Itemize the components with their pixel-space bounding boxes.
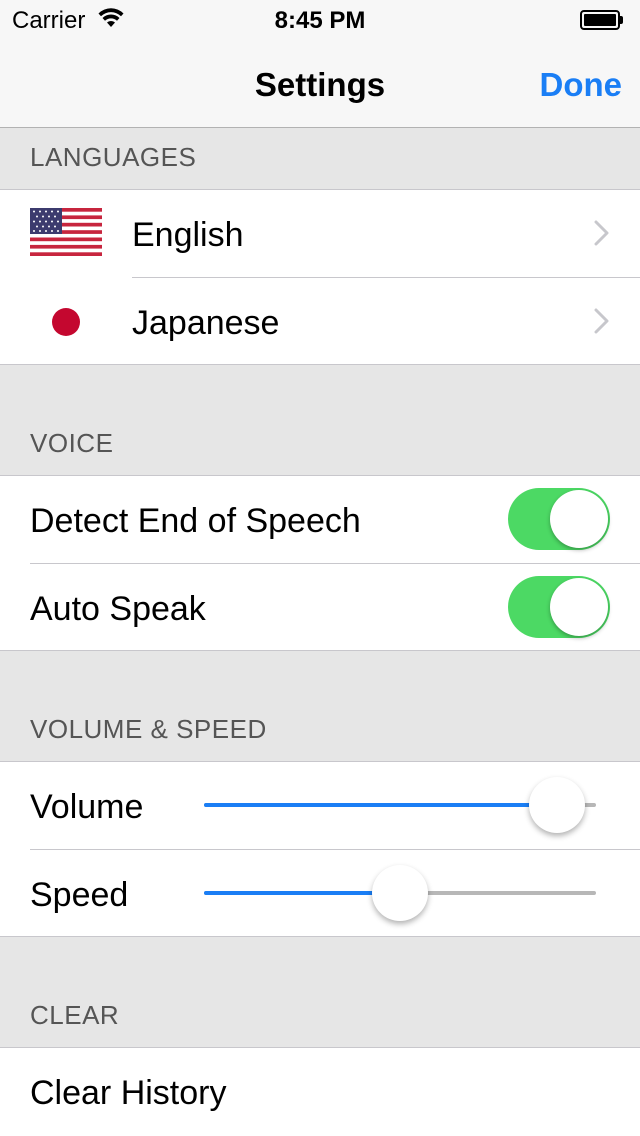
detect-end-of-speech-row: Detect End of Speech [0, 476, 640, 564]
clear-group: Clear History [0, 1047, 640, 1136]
clear-history-row[interactable]: Clear History [0, 1048, 640, 1136]
volume-speed-group: Volume Speed [0, 761, 640, 937]
language-label-japanese: Japanese [132, 304, 280, 342]
detect-end-of-speech-label: Detect End of Speech [30, 502, 361, 540]
auto-speak-row: Auto Speak [0, 564, 640, 652]
status-bar: Carrier 8:45 PM [0, 0, 640, 40]
slider-fill [204, 891, 400, 895]
slider-fill [204, 803, 557, 807]
slider-thumb[interactable] [372, 865, 428, 921]
volume-slider[interactable] [204, 777, 596, 833]
volume-row: Volume [0, 762, 640, 850]
speed-row: Speed [0, 850, 640, 938]
languages-group: English Japanese [0, 189, 640, 365]
toggle-knob [550, 490, 608, 548]
language-row-english[interactable]: English [0, 190, 640, 278]
section-header-languages: LANGUAGES [0, 128, 640, 189]
status-time: 8:45 PM [274, 7, 366, 34]
voice-group: Detect End of Speech Auto Speak [0, 475, 640, 651]
language-label-english: English [132, 216, 244, 254]
chevron-right-icon [594, 220, 610, 246]
language-row-japanese[interactable]: Japanese [0, 278, 640, 366]
done-button[interactable]: Done [540, 66, 623, 104]
japan-flag-icon [52, 308, 80, 336]
speed-slider[interactable] [204, 865, 596, 921]
section-header-clear: CLEAR [0, 937, 640, 1047]
section-title: VOLUME & SPEED [30, 714, 267, 744]
toggle-knob [550, 578, 608, 636]
auto-speak-toggle[interactable] [508, 576, 610, 638]
speed-label: Speed [30, 876, 129, 914]
volume-label: Volume [30, 788, 144, 826]
us-flag-icon [30, 208, 102, 256]
section-header-volume-speed: VOLUME & SPEED [0, 651, 640, 761]
section-title: VOICE [30, 428, 114, 458]
slider-thumb[interactable] [528, 777, 585, 833]
auto-speak-label: Auto Speak [30, 590, 206, 628]
section-title: CLEAR [30, 1000, 120, 1030]
section-header-voice: VOICE [0, 365, 640, 475]
battery-icon [580, 10, 624, 30]
clear-history-label: Clear History [30, 1074, 227, 1112]
section-title: LANGUAGES [30, 142, 197, 172]
chevron-right-icon [594, 308, 610, 334]
navigation-bar: Settings Done [0, 40, 640, 128]
detect-end-of-speech-toggle[interactable] [508, 488, 610, 550]
